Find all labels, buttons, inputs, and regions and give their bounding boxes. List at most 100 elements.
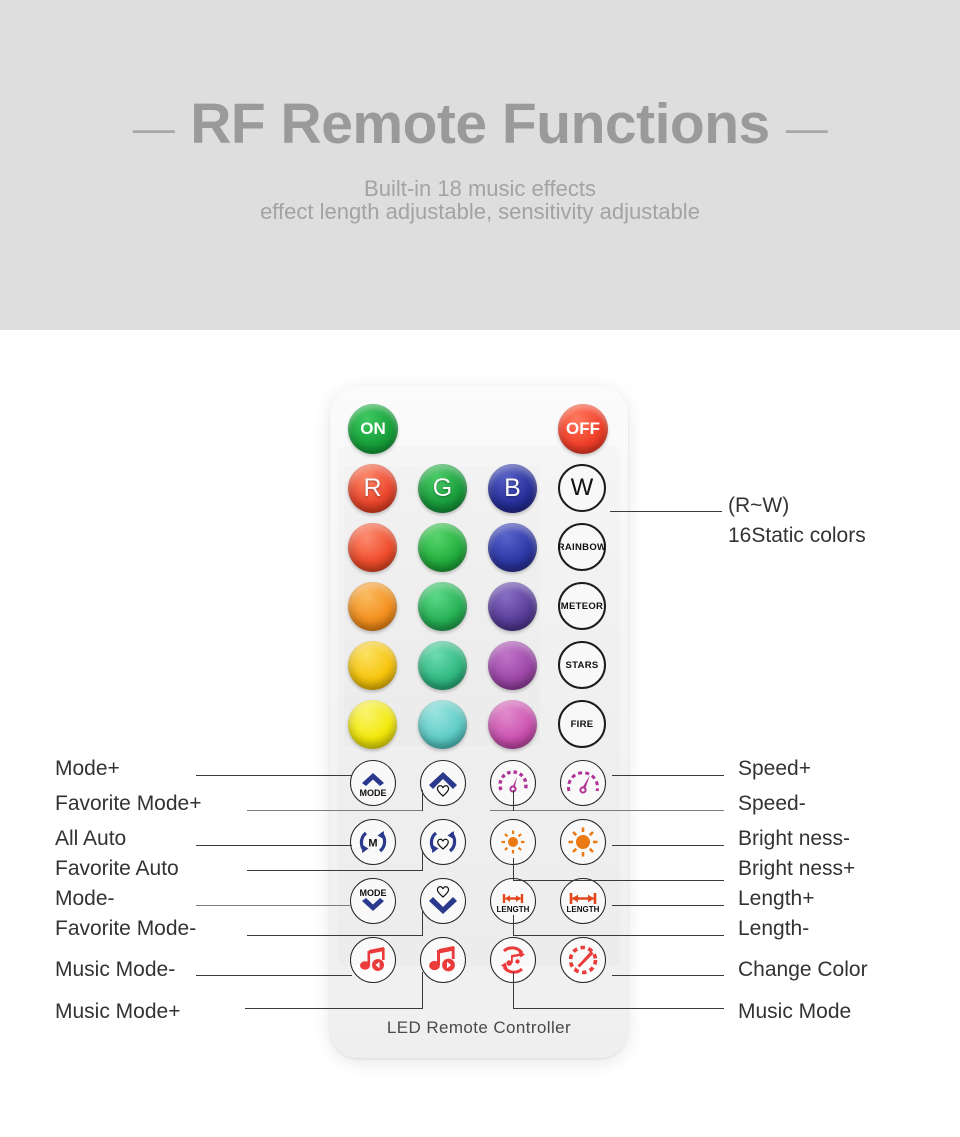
music-note-next-icon xyxy=(429,946,455,972)
sun-small-icon xyxy=(501,830,525,854)
color-swatch-red-4[interactable] xyxy=(348,700,397,749)
title-dash-right: — xyxy=(785,103,828,151)
all-auto-button[interactable]: M xyxy=(350,819,396,865)
remote-brand-text: LED Remote Controller xyxy=(386,1018,572,1037)
callout-favorite-auto-label: Favorite Auto xyxy=(55,857,179,880)
callout-length-down-label: Length- xyxy=(738,917,810,940)
color-swatch-red-3[interactable] xyxy=(348,641,397,690)
callout-line-brightness-down xyxy=(612,845,724,846)
callout-line-music-mode-up xyxy=(245,1008,423,1009)
green-button[interactable]: G xyxy=(418,464,467,513)
callout-line-music-mode xyxy=(513,1008,724,1009)
callout-favorite-mode-up-label: Favorite Mode+ xyxy=(55,792,202,815)
callout-line-favorite-auto xyxy=(247,870,423,871)
color-swatch-green-4[interactable] xyxy=(418,700,467,749)
callout-brightness-down-label: Bright ness- xyxy=(738,827,851,850)
callout-mode-down-label: Mode- xyxy=(55,887,115,910)
callout-line-mode-down xyxy=(196,905,352,906)
blue-button-label: B xyxy=(504,474,521,502)
white-button[interactable]: W xyxy=(558,464,606,512)
color-swatch-green-3[interactable] xyxy=(418,641,467,690)
power-on-label: ON xyxy=(360,419,386,438)
change-color-button[interactable] xyxy=(560,937,606,983)
color-swatch-red-2[interactable] xyxy=(348,582,397,631)
callout-line-all-auto xyxy=(196,845,352,846)
blue-button[interactable]: B xyxy=(488,464,537,513)
color-swatch-blue-2[interactable] xyxy=(488,582,537,631)
svg-text:LENGTH: LENGTH xyxy=(497,905,530,914)
auto-loop-heart-icon xyxy=(429,831,457,853)
callout-stem-music-mode xyxy=(513,972,514,1009)
music-mode-up-button[interactable] xyxy=(420,937,466,983)
callout-line-favorite-mode-up xyxy=(247,810,423,811)
callout-music-mode-label: Music Mode xyxy=(738,1000,852,1023)
speed-down-button[interactable] xyxy=(560,760,606,806)
callout-speed-down-label: Speed- xyxy=(738,792,806,815)
color-swatch-green-1[interactable] xyxy=(418,523,467,572)
effect-meteor-button[interactable]: METEOR xyxy=(558,582,606,630)
svg-text:M: M xyxy=(368,838,377,850)
callout-line-speed-down xyxy=(490,810,724,811)
red-button[interactable]: R xyxy=(348,464,397,513)
favorite-mode-down-button[interactable] xyxy=(420,878,466,924)
effect-stars-button[interactable]: STARS xyxy=(558,641,606,689)
green-button-label: G xyxy=(432,474,453,502)
brightness-up-button[interactable] xyxy=(560,819,606,865)
remote-control-body: ON OFF R G B W RAINBOW METEOR STARS FIRE xyxy=(330,386,628,1058)
mode-up-button[interactable]: MODE xyxy=(350,760,396,806)
callout-speed-up-label: Speed+ xyxy=(738,757,811,780)
sun-large-icon xyxy=(568,827,598,857)
callout-line-brightness-up xyxy=(513,880,724,881)
callout-line-change-color xyxy=(612,975,724,976)
callout-stem-speed-down xyxy=(513,790,514,811)
callout-line-music-mode-down xyxy=(196,975,352,976)
callout-music-mode-up-label: Music Mode+ xyxy=(55,1000,181,1023)
power-on-button[interactable]: ON xyxy=(348,404,398,454)
effect-rainbow-label: RAINBOW xyxy=(557,541,607,553)
subtitle-line-2: effect length adjustable, sensitivity ad… xyxy=(260,199,700,224)
callout-line-length-down xyxy=(513,935,724,936)
callout-all-auto-label: All Auto xyxy=(55,827,127,850)
callout-line-static-colors xyxy=(610,511,722,512)
color-swatch-red-1[interactable] xyxy=(348,523,397,572)
color-dropper-icon xyxy=(568,945,598,975)
length-arrow-large-icon: LENGTH xyxy=(567,893,600,914)
effect-rainbow-button[interactable]: RAINBOW xyxy=(558,523,606,571)
music-note-prev-icon xyxy=(360,947,385,971)
favorite-auto-button[interactable] xyxy=(420,819,466,865)
svg-text:MODE: MODE xyxy=(360,788,387,798)
color-swatch-blue-4[interactable] xyxy=(488,700,537,749)
speed-gauge-large-icon xyxy=(567,771,599,794)
color-swatch-blue-3[interactable] xyxy=(488,641,537,690)
effect-stars-label: STARS xyxy=(565,659,599,671)
callout-stem-favorite-mode-down xyxy=(422,910,423,936)
music-mode-down-button[interactable] xyxy=(350,937,396,983)
chevron-down-mode-icon: MODE xyxy=(360,888,387,911)
callout-line-mode-up xyxy=(196,775,352,776)
effect-fire-button[interactable]: FIRE xyxy=(558,700,606,748)
title-dash-left: — xyxy=(132,103,175,151)
mode-down-button[interactable]: MODE xyxy=(350,878,396,924)
length-down-button[interactable]: LENGTH xyxy=(560,878,606,924)
color-swatch-blue-1[interactable] xyxy=(488,523,537,572)
power-off-label: OFF xyxy=(566,419,600,438)
favorite-mode-up-button[interactable] xyxy=(420,760,466,806)
svg-text:LENGTH: LENGTH xyxy=(567,905,600,914)
callout-favorite-mode-down-label: Favorite Mode- xyxy=(55,917,197,940)
callout-stem-music-mode-up xyxy=(422,972,423,1009)
callout-line-length-up xyxy=(612,905,724,906)
auto-loop-m-icon: M xyxy=(359,831,387,853)
header-banner: — RF Remote Functions — Built-in 18 music … xyxy=(0,0,960,330)
chevron-up-mode-icon: MODE xyxy=(360,773,387,798)
callout-line-favorite-mode-down xyxy=(247,935,423,936)
callout-static-colors-line1: (R~W) xyxy=(728,494,790,517)
effect-fire-label: FIRE xyxy=(570,718,594,730)
title-text: RF Remote Functions xyxy=(190,92,770,156)
chevron-down-heart-icon xyxy=(429,886,457,914)
page-title: — RF Remote Functions — xyxy=(0,96,960,153)
callout-stem-favorite-auto xyxy=(422,850,423,871)
effect-meteor-label: METEOR xyxy=(560,600,604,612)
power-off-button[interactable]: OFF xyxy=(558,404,608,454)
callout-stem-length-down xyxy=(513,915,514,936)
color-swatch-green-2[interactable] xyxy=(418,582,467,631)
